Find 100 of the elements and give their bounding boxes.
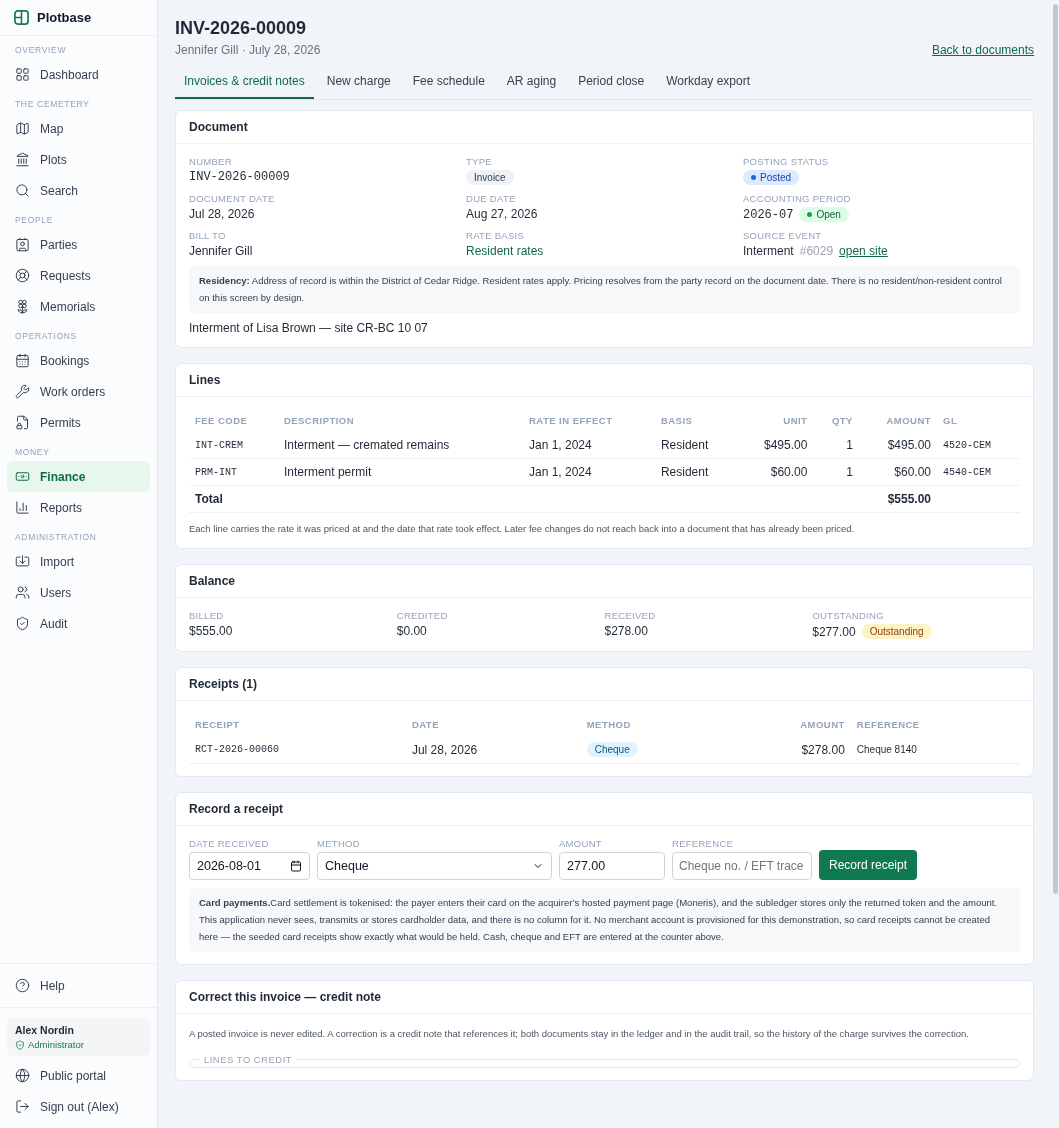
tab[interactable]: Period close — [569, 67, 654, 99]
nav-item[interactable]: Memorials — [7, 291, 150, 322]
fieldset-legend: LINES TO CREDIT — [200, 1053, 297, 1065]
table-cell: Interment permit — [277, 458, 523, 486]
field-value: Jul 28, 2026 — [189, 207, 255, 221]
field-label: DATE RECEIVED — [189, 838, 269, 850]
nav-item[interactable]: Reports — [7, 492, 150, 523]
column-header: RECEIPT — [194, 718, 241, 733]
help-link[interactable]: Help — [7, 970, 150, 1001]
import-icon — [15, 554, 30, 569]
nav-item[interactable]: Bookings — [7, 345, 150, 376]
tab[interactable]: Fee schedule — [403, 67, 494, 99]
status-badge: Open — [799, 207, 849, 222]
column-header: UNIT — [782, 414, 809, 429]
nav-item[interactable]: Parties — [7, 229, 150, 260]
field-label: DUE DATE — [466, 193, 516, 204]
nav-item[interactable]: Finance — [7, 461, 150, 492]
banknote-icon — [15, 469, 30, 484]
help-icon — [15, 978, 30, 993]
tab[interactable]: Invoices & credit notes — [175, 67, 314, 99]
back-link[interactable]: Back to documents — [931, 43, 1034, 57]
total-amount: $555.00 — [858, 485, 938, 513]
table-cell: 4540-CEM — [937, 458, 1020, 486]
card-title: Correct this invoice — credit note — [176, 981, 1033, 1015]
tab[interactable]: New charge — [317, 67, 400, 99]
nav-item[interactable]: Permits — [7, 407, 150, 438]
table-cell: 1 — [813, 432, 859, 459]
column-header: AMOUNT — [885, 414, 933, 429]
user-role: Administrator — [15, 1039, 142, 1050]
wrench-icon — [15, 384, 30, 399]
method-select[interactable]: Cheque — [317, 852, 552, 881]
field-value: INV-2026-00009 — [189, 170, 290, 184]
field-value: 2026-07 — [743, 207, 794, 222]
field-label: AMOUNT — [559, 838, 602, 850]
column-header: DATE — [410, 718, 440, 733]
field-label: NUMBER — [189, 156, 232, 167]
nav-item[interactable]: Users — [7, 577, 150, 608]
nav-item[interactable]: Requests — [7, 260, 150, 291]
nav-item[interactable]: Search — [7, 175, 150, 206]
column-header: DESCRIPTION — [282, 414, 356, 429]
nav-item[interactable]: Work orders — [7, 376, 150, 407]
residency-note: Residency: Address of record is within the District of Cedar Ridge. Resident rates apply. Pricing resolves from the party record on the document date. There is no resident/non-resident control on this screen by design. — [189, 266, 1020, 314]
column-header: BASIS — [659, 414, 694, 429]
users-icon — [15, 585, 30, 600]
table-cell: Resident — [654, 432, 737, 459]
table-cell: PRM-INT — [189, 458, 278, 486]
table-cell: 1 — [813, 458, 859, 486]
table-cell: $60.00 — [736, 458, 814, 486]
table-cell: Jul 28, 2026 — [405, 736, 581, 764]
type-badge: Invoice — [466, 170, 514, 185]
field-value: $278.00 — [604, 624, 648, 639]
tab[interactable]: Workday export — [657, 67, 760, 99]
field-value: Interment — [743, 244, 794, 258]
section-heading: OVERVIEW — [14, 44, 68, 57]
table-cell: Interment — cremated remains — [277, 432, 523, 459]
nav-item[interactable]: Dashboard — [7, 59, 150, 90]
section-heading: PEOPLE — [14, 214, 55, 227]
field-label: RECEIVED — [604, 610, 656, 622]
card-title: Document — [176, 111, 1033, 144]
status-badge: Outstanding — [861, 624, 932, 640]
reference-field[interactable]: Cheque no. / EFT trace — [672, 852, 812, 881]
card-title: Record a receipt — [176, 793, 1033, 827]
column-header: RATE IN EFFECT — [527, 414, 614, 429]
column-header: FEE CODE — [194, 414, 249, 429]
table-cell: Jan 1, 2024 — [522, 458, 655, 486]
globe-icon — [15, 1068, 30, 1083]
column-header: AMOUNT — [799, 718, 846, 733]
table-cell: Cheque 8140 — [850, 736, 1020, 764]
tab[interactable]: AR aging — [497, 67, 566, 99]
table-cell: $278.00 — [723, 736, 851, 764]
status-badge: Posted — [743, 170, 800, 185]
map-icon — [15, 121, 30, 136]
nav-item[interactable]: Audit — [7, 608, 150, 639]
amount-field[interactable]: 277.00 — [559, 852, 665, 881]
lines-footnote: Each line carries the rate it was priced at and the date that rate took effect. Later fee changes do not reach back into a document that has already been priced. — [189, 522, 856, 537]
card-title: Lines — [176, 364, 1033, 398]
table-cell: Jan 1, 2024 — [522, 432, 655, 459]
sign-out-link[interactable]: Sign out (Alex) — [7, 1091, 150, 1122]
field-label: REFERENCE — [672, 838, 734, 850]
field-value: Aug 27, 2026 — [466, 207, 538, 221]
field-label: OUTSTANDING — [812, 610, 884, 622]
shield-icon — [15, 616, 30, 631]
nav-item[interactable]: Import — [7, 546, 150, 577]
table-cell: 4520-CEM — [937, 432, 1020, 459]
card-title: Balance — [176, 565, 1033, 599]
record-receipt-button[interactable]: Record receipt — [819, 850, 918, 881]
nav-item[interactable]: Plots — [7, 144, 150, 175]
nav-item[interactable]: Map — [7, 113, 150, 144]
portal-link[interactable]: Public portal — [7, 1060, 150, 1091]
field-label: METHOD — [317, 838, 360, 850]
open-site-link[interactable]: open site — [839, 244, 888, 258]
section-heading: MONEY — [14, 446, 51, 459]
field-value: $555.00 — [189, 624, 233, 639]
date-field[interactable]: 2026-08-01 — [189, 852, 310, 881]
field-label: RATE BASIS — [466, 230, 525, 241]
field-label: CREDITED — [396, 610, 448, 622]
lifebuoy-icon — [15, 268, 30, 283]
section-heading: THE CEMETERY — [14, 98, 91, 111]
method-badge: Cheque — [586, 742, 638, 758]
field-value: $277.00 — [812, 624, 856, 639]
